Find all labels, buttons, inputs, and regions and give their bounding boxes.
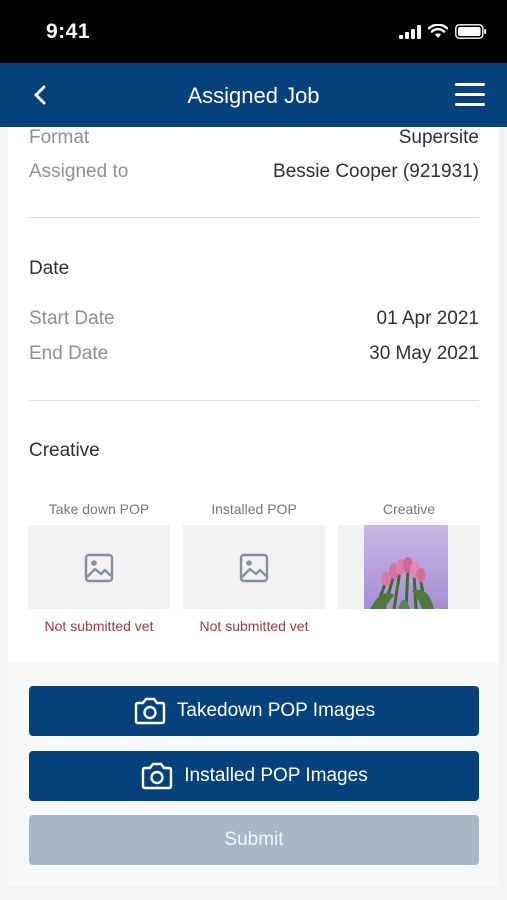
end-date-label: End Date [29,343,109,364]
divider [29,400,479,401]
hamburger-icon-bar [455,103,485,106]
installed-pop-images-button[interactable]: Installed POP Images [29,751,479,801]
end-date-value: 30 May 2021 [369,343,479,364]
status-time: 9:41 [46,20,91,43]
start-date-row: Start Date 01 Apr 2021 [29,308,479,330]
nav-bar: Assigned Job [0,63,507,127]
menu-button[interactable] [455,83,485,107]
image-placeholder-icon [239,553,269,583]
camera-icon [142,762,173,790]
start-date-label: Start Date [29,308,115,329]
takedown-pop-images-button[interactable]: Takedown POP Images [29,686,479,736]
thumbnail-status: Not submitted vet [44,618,154,634]
thumbnail-placeholder[interactable] [183,525,325,609]
button-label: Submit [224,829,284,850]
takedown-pop-thumbnail[interactable]: Take down POP Not submitted vet [28,501,170,634]
submit-button[interactable]: Submit [29,815,479,865]
button-label: Installed POP Images [184,765,368,786]
job-details-card: Format Supersite Assigned to Bessie Coop… [8,127,499,663]
thumbnail-caption: Installed POP [211,501,297,517]
format-value: Supersite [398,127,479,148]
assigned-label: Assigned to [29,161,129,182]
image-placeholder-icon [84,553,114,583]
page-title: Assigned Job [187,83,320,108]
battery-icon [455,24,487,39]
format-label: Format [29,127,90,148]
installed-pop-thumbnail[interactable]: Installed POP Not submitted vet [183,501,325,634]
format-row: Format Supersite [29,127,479,149]
creative-image-frame[interactable] [338,525,480,609]
start-date-value: 01 Apr 2021 [376,308,479,329]
thumbnail-caption: Take down POP [48,501,150,517]
thumbnail-caption: Creative [382,501,436,517]
camera-icon [134,697,166,725]
end-date-row: End Date 30 May 2021 [29,343,479,365]
creative-thumbnail[interactable]: Creative [338,501,480,609]
hamburger-icon-bar [455,93,485,96]
date-section-title: Date [29,258,70,279]
thumbnail-placeholder[interactable] [28,525,170,609]
assigned-value: Bessie Cooper (921931) [273,161,479,182]
cellular-signal-icon [399,24,421,39]
creative-section-title: Creative [29,440,100,461]
assigned-row: Assigned to Bessie Cooper (921931) [29,161,479,183]
wifi-icon [428,24,448,38]
thumbnail-status: Not submitted vet [199,618,309,634]
tulips-image [364,525,448,609]
button-label: Takedown POP Images [176,700,376,721]
divider [29,217,479,218]
status-icons [399,24,487,39]
hamburger-icon-bar [455,83,485,86]
status-bar: 9:41 [0,0,507,63]
